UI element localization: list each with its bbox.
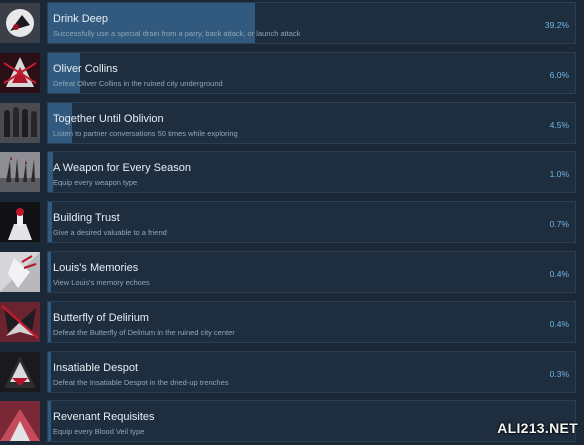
- unlock-percent: 0.3%: [549, 368, 569, 379]
- watermark: ALI213.NET: [497, 420, 578, 436]
- achievement-row: Together Until Oblivion Listen to partner…: [0, 100, 584, 147]
- achievement-description: Successfully use a special drain from a …: [53, 29, 301, 38]
- achievement-description: Defeat Oliver Collins in the ruined city…: [53, 78, 223, 88]
- achievement-row: Insatiable Despot Defeat the Insatiable D…: [0, 349, 584, 396]
- achievement-name: A Weapon for Every Season: [53, 162, 191, 175]
- achievement-panel: Drink Deep Successfully use a special dra…: [47, 2, 576, 44]
- achievement-name: Building Trust: [53, 212, 120, 225]
- achievement-name: Revenant Requisites: [53, 411, 155, 424]
- insatiable-despot-icon: [0, 351, 40, 392]
- achievement-panel: Oliver Collins Defeat Oliver Collins in t…: [47, 51, 576, 94]
- achievement-panel: Insatiable Despot Defeat the Insatiable D…: [47, 350, 576, 393]
- unlock-percent: 0.4%: [549, 269, 569, 279]
- achievement-row: Butterfly of Delirium Defeat the Butterfl…: [0, 299, 584, 346]
- unlock-percent: 6.0%: [549, 69, 569, 80]
- unlock-progress-bar: [48, 351, 51, 392]
- unlock-percent: 39.2%: [544, 20, 569, 30]
- achievement-list: Drink Deep Successfully use a special dra…: [0, 0, 584, 443]
- achievement-panel: Together Until Oblivion Listen to partner…: [47, 101, 576, 144]
- achievement-name: Together Until Oblivion: [53, 112, 164, 125]
- louis-memories-icon: [0, 252, 40, 292]
- achievement-panel: Louis's Memories View Louis's memory echo…: [47, 251, 576, 293]
- unlock-percent: 0.4%: [549, 318, 569, 329]
- unlock-percent: 4.5%: [549, 119, 569, 130]
- achievement-panel: Butterfly of Delirium Defeat the Butterfl…: [47, 300, 576, 343]
- achievement-name: Louis's Memories: [53, 262, 139, 274]
- drink-deep-icon: [0, 3, 40, 43]
- butterfly-of-delirium-icon: [0, 301, 40, 342]
- achievement-name: Oliver Collins: [53, 62, 118, 75]
- revenant-requisites-icon: [0, 401, 40, 442]
- unlock-progress-bar: [48, 301, 51, 342]
- unlock-percent: 1.0%: [549, 169, 569, 180]
- achievement-panel: Building Trust Give a desired valuable to…: [47, 201, 576, 244]
- unlock-progress-bar: [48, 401, 51, 442]
- weapon-every-season-icon: [0, 152, 40, 193]
- achievement-name: Insatiable Despot: [53, 361, 138, 374]
- achievement-row: Oliver Collins Defeat Oliver Collins in t…: [0, 50, 584, 97]
- achievement-description: Equip every weapon type: [53, 178, 138, 188]
- achievement-description: Listen to partner conversations 50 times…: [53, 128, 238, 138]
- achievement-row: Building Trust Give a desired valuable to…: [0, 199, 584, 246]
- together-until-oblivion-icon: [0, 102, 40, 143]
- oliver-collins-icon: [0, 52, 40, 93]
- unlock-percent: 0.7%: [549, 219, 569, 230]
- achievement-description: Equip every Blood Veil type: [53, 427, 145, 437]
- achievement-description: View Louis's memory echoes: [53, 278, 150, 287]
- unlock-progress-bar: [48, 202, 52, 243]
- achievement-name: Drink Deep: [53, 13, 109, 25]
- achievement-row: Louis's Memories View Louis's memory echo…: [0, 249, 584, 296]
- building-trust-icon: [0, 202, 40, 243]
- achievement-name: Butterfly of Delirium: [53, 311, 149, 324]
- unlock-progress-bar: [48, 252, 51, 292]
- achievement-description: Defeat the Butterfly of Delirium in the …: [53, 327, 235, 337]
- achievement-description: Give a desired valuable to a friend: [53, 228, 167, 238]
- achievement-row: Drink Deep Successfully use a special dra…: [0, 0, 584, 47]
- achievement-row: A Weapon for Every Season Equip every wea…: [0, 149, 584, 196]
- achievement-panel: A Weapon for Every Season Equip every wea…: [47, 151, 576, 194]
- achievement-description: Defeat the Insatiable Despot in the drie…: [53, 377, 229, 387]
